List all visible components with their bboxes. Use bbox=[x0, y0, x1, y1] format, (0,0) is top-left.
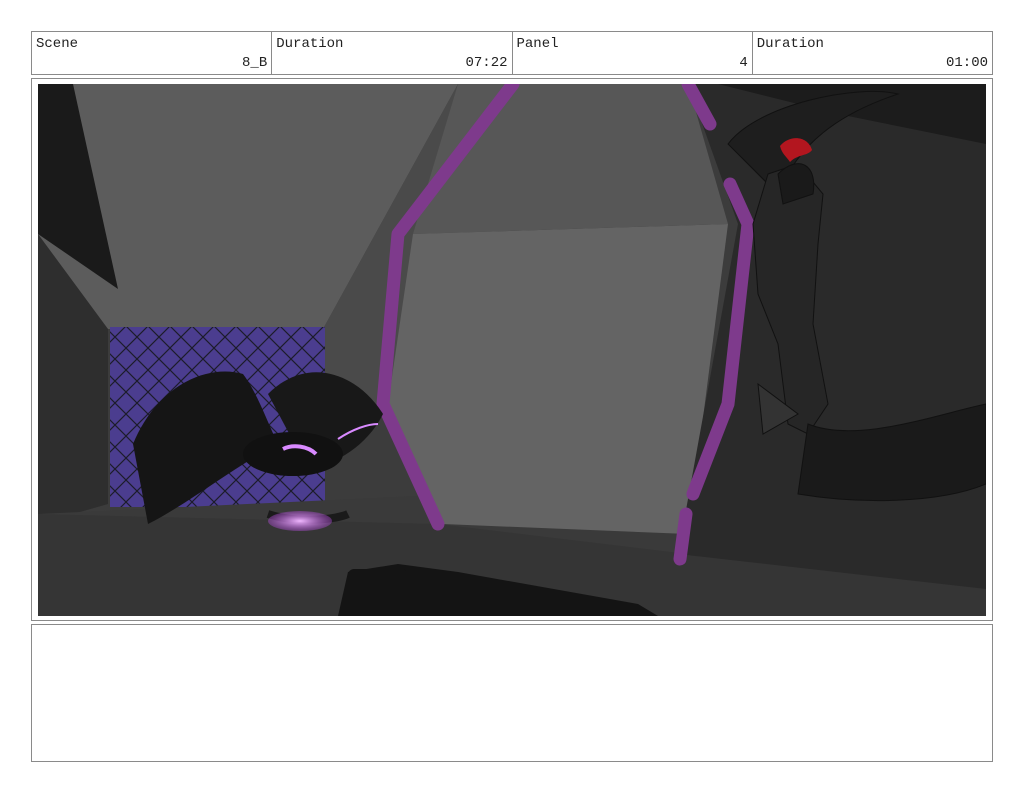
scene-duration-value: 07:22 bbox=[465, 55, 508, 71]
panel-label: Panel bbox=[516, 36, 559, 52]
glowing-tail-tip bbox=[268, 511, 332, 531]
scene-duration-label: Duration bbox=[276, 36, 344, 52]
panel-value: 4 bbox=[739, 55, 748, 71]
scene-cell: Scene 8_B bbox=[32, 32, 273, 74]
panel-notes-box bbox=[31, 624, 993, 762]
right-wall bbox=[678, 84, 986, 589]
panel-info-header: Scene 8_B Duration 07:22 Panel 4 Duratio… bbox=[31, 31, 993, 75]
scene-duration-cell: Duration 07:22 bbox=[272, 32, 513, 74]
panel-cell: Panel 4 bbox=[513, 32, 753, 74]
panel-duration-cell: Duration 01:00 bbox=[753, 32, 992, 74]
scene-value: 8_B bbox=[242, 55, 268, 71]
storyboard-artwork bbox=[38, 84, 986, 616]
scene-label: Scene bbox=[36, 36, 79, 52]
panel-duration-value: 01:00 bbox=[945, 55, 988, 71]
portal-pane bbox=[388, 224, 728, 534]
panel-duration-label: Duration bbox=[756, 36, 824, 52]
